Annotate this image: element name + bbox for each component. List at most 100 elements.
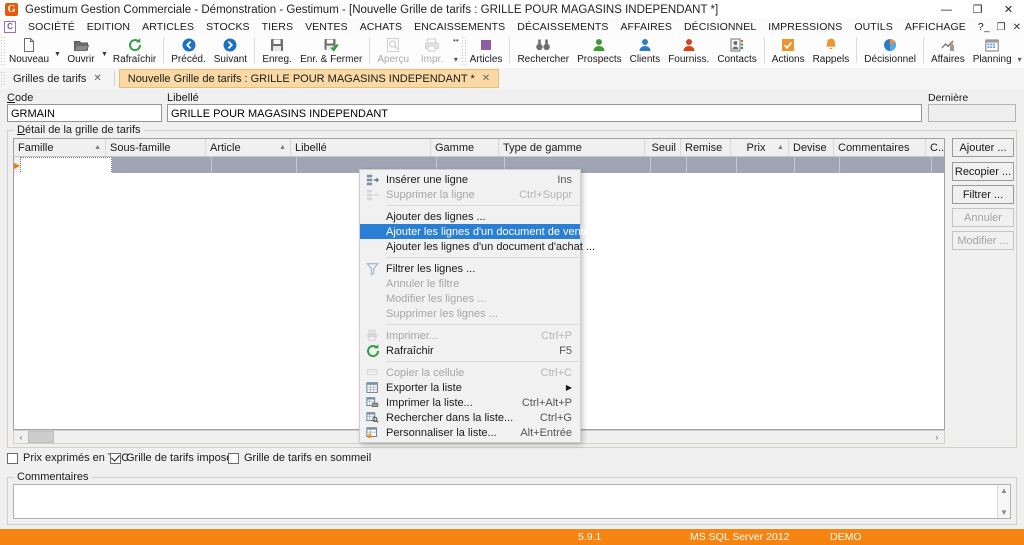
column-header-devise[interactable]: Devise bbox=[789, 139, 834, 156]
chevron-down-icon[interactable]: ▼ bbox=[101, 43, 108, 58]
toolbar-button-prospects[interactable]: Prospects bbox=[573, 35, 625, 66]
column-header-type-de-gamme[interactable]: Type de gamme bbox=[499, 139, 645, 156]
column-header-sous-famille[interactable]: Sous-famille bbox=[106, 139, 206, 156]
minimize-icon[interactable]: — bbox=[931, 0, 962, 19]
grid-cell-prix[interactable] bbox=[737, 157, 796, 174]
grid-cell-c[interactable] bbox=[932, 157, 944, 174]
toolbar-button-nouveau[interactable]: Nouveau bbox=[5, 35, 53, 66]
document-tab-1[interactable]: Nouvelle Grille de tarifs : GRILLE POUR … bbox=[118, 69, 500, 88]
column-header-remise[interactable]: Remise bbox=[681, 139, 731, 156]
grid-cell-seuil[interactable] bbox=[651, 157, 688, 174]
toolbar-button-ouvrir[interactable]: Ouvrir bbox=[62, 35, 100, 66]
context-menu-item-filtrer-les-lignes[interactable]: Filtrer les lignes ... bbox=[360, 261, 580, 276]
grid-cell-article[interactable] bbox=[212, 157, 298, 174]
grid-cell-remise[interactable] bbox=[687, 157, 738, 174]
code-input[interactable]: GRMAIN bbox=[7, 104, 162, 122]
comments-textarea[interactable]: ▲ ▼ bbox=[13, 484, 1011, 519]
menu-item-tiers[interactable]: TIERS bbox=[256, 21, 299, 33]
toolbar-button-d-cisionnel[interactable]: Décisionnel bbox=[860, 35, 920, 66]
toolbar-button-clients[interactable]: Clients bbox=[626, 35, 665, 66]
mdi-app-icon[interactable]: C bbox=[4, 21, 16, 33]
grid-cell-commentaires[interactable] bbox=[840, 157, 933, 174]
grid-cell-devise[interactable] bbox=[795, 157, 841, 174]
context-menu-item-personnaliser-la-liste[interactable]: Personnaliser la liste... Alt+Entrée bbox=[360, 425, 580, 440]
menu-item-edition[interactable]: EDITION bbox=[81, 21, 136, 33]
toolbar-button-rechercher[interactable]: Rechercher bbox=[513, 35, 573, 66]
context-menu-item-rechercher-dans-la-liste[interactable]: Rechercher dans la liste... Ctrl+G bbox=[360, 410, 580, 425]
context-menu-item-ins-rer-une-ligne[interactable]: Insérer une ligne Ins bbox=[360, 172, 580, 187]
checkbox-box[interactable] bbox=[228, 452, 239, 464]
menu-item-affaires[interactable]: AFFAIRES bbox=[614, 21, 678, 33]
context-menu-item-ajouter-les-lignes-d-un-document-d-achat[interactable]: Ajouter les lignes d'un document d'achat… bbox=[360, 239, 595, 254]
menu-item-stocks[interactable]: STOCKS bbox=[200, 21, 256, 33]
chevron-down-icon[interactable]: ▼ bbox=[54, 43, 61, 58]
context-menu-item-ajouter-les-lignes-d-un-document-de-vente[interactable]: Ajouter les lignes d'un document de vent… bbox=[360, 224, 602, 239]
column-header-gamme[interactable]: Gamme bbox=[431, 139, 499, 156]
scrollbar-thumb[interactable] bbox=[28, 431, 54, 443]
toolbar-button-suivant[interactable]: Suivant bbox=[210, 35, 251, 66]
toolbar-button-fourniss[interactable]: Fourniss. bbox=[664, 35, 713, 66]
menu-item-d-cisionnel[interactable]: DÉCISIONNEL bbox=[678, 21, 762, 33]
context-menu-item-exporter-la-liste[interactable]: Exporter la liste ▶ bbox=[360, 380, 580, 395]
copy-button[interactable]: Recopier ... bbox=[952, 162, 1014, 181]
maximize-icon[interactable]: ❐ bbox=[962, 0, 993, 19]
context-menu-item-ajouter-des-lignes[interactable]: Ajouter des lignes ... bbox=[360, 209, 580, 224]
column-header-commentaires[interactable]: Commentaires bbox=[834, 139, 926, 156]
close-icon[interactable]: ✕ bbox=[993, 0, 1024, 19]
toolbar-button-pr-c-d[interactable]: Précéd. bbox=[167, 35, 209, 66]
filter-button[interactable]: Filtrer ... bbox=[952, 185, 1014, 204]
grille-imposee-checkbox[interactable]: Grille de tarifs imposée bbox=[110, 452, 239, 464]
toolbar-button-planning[interactable]: Planning bbox=[969, 35, 1016, 66]
add-button[interactable]: Ajouter ... bbox=[952, 138, 1014, 157]
libelle-input[interactable]: GRILLE POUR MAGASINS INDEPENDANT bbox=[167, 104, 922, 122]
grid-cell-famille[interactable] bbox=[20, 157, 113, 174]
mdi-restore-icon[interactable]: ❐ bbox=[997, 22, 1006, 33]
menu-item-achats[interactable]: ACHATS bbox=[354, 21, 408, 33]
grid-context-menu[interactable]: Insérer une ligne Ins Supprimer la ligne Ct… bbox=[359, 169, 602, 443]
toolbar-button-enreg[interactable]: Enreg. bbox=[258, 35, 296, 66]
column-header-libell[interactable]: Libellé bbox=[291, 139, 431, 156]
tab-close-icon[interactable]: ✕ bbox=[482, 73, 490, 84]
checkbox-box[interactable] bbox=[110, 452, 121, 464]
bell-icon bbox=[823, 36, 839, 53]
comments-scroll-up-icon[interactable]: ▲ bbox=[1000, 486, 1008, 495]
column-header-article[interactable]: Article ▲ bbox=[206, 139, 291, 156]
menu-item-d-caissements[interactable]: DÉCAISSEMENTS bbox=[511, 21, 614, 33]
column-header-prix[interactable]: Prix ▲ bbox=[731, 139, 789, 156]
toolbar-button-contacts[interactable]: Contacts bbox=[713, 35, 760, 66]
grid-cell-sous-famille[interactable] bbox=[112, 157, 213, 174]
sort-ascending-icon[interactable]: ▲ bbox=[777, 144, 784, 151]
menu-item-ventes[interactable]: VENTES bbox=[299, 21, 354, 33]
column-header-seuil[interactable]: Seuil bbox=[645, 139, 681, 156]
sort-ascending-icon[interactable]: ▲ bbox=[279, 144, 286, 151]
toolbar-button-affaires[interactable]: Affaires bbox=[927, 35, 969, 66]
menu-item-articles[interactable]: ARTICLES bbox=[136, 21, 200, 33]
toolbar-button-rappels[interactable]: Rappels bbox=[809, 35, 854, 66]
toolbar-button-enr-fermer[interactable]: Enr. & Fermer bbox=[296, 35, 366, 66]
toolbar-overflow-button-2[interactable]: ▾ bbox=[1018, 36, 1022, 64]
checkbox-box[interactable] bbox=[7, 452, 18, 464]
mdi-close-icon[interactable]: ✕ bbox=[1013, 22, 1021, 33]
context-menu-item-rafra-chir[interactable]: Rafraîchir F5 bbox=[360, 343, 580, 358]
tab-close-icon[interactable]: ✕ bbox=[93, 73, 101, 84]
menu-item-affichage[interactable]: AFFICHAGE bbox=[899, 21, 972, 33]
toolbar-button-rafra-chir[interactable]: Rafraîchir bbox=[109, 35, 160, 66]
column-header-famille[interactable]: Famille ▲ bbox=[14, 139, 106, 156]
mdi-minimize-icon[interactable]: _ bbox=[984, 22, 990, 33]
sort-ascending-icon[interactable]: ▲ bbox=[94, 144, 101, 151]
toolbar-overflow-button[interactable]: •• ▾ bbox=[453, 36, 459, 64]
menu-item-soci-t[interactable]: SOCIÉTÉ bbox=[22, 21, 81, 33]
document-tab-0[interactable]: Grilles de tarifs ✕ bbox=[5, 69, 110, 88]
column-header-c[interactable]: C... bbox=[926, 139, 944, 156]
grille-sommeil-checkbox[interactable]: Grille de tarifs en sommeil bbox=[228, 452, 371, 464]
scroll-right-icon[interactable]: › bbox=[930, 433, 944, 442]
menu-item-impressions[interactable]: IMPRESSIONS bbox=[762, 21, 848, 33]
context-menu-item-imprimer-la-liste[interactable]: Imprimer la liste... Ctrl+Alt+P bbox=[360, 395, 580, 410]
toolbar-button-articles[interactable]: Articles bbox=[466, 35, 507, 66]
menu-item-outils[interactable]: OUTILS bbox=[848, 21, 899, 33]
toolbar-button-actions[interactable]: Actions bbox=[768, 35, 809, 66]
menu-item-encaissements[interactable]: ENCAISSEMENTS bbox=[408, 21, 511, 33]
comments-scroll-down-icon[interactable]: ▼ bbox=[1000, 508, 1008, 517]
scroll-left-icon[interactable]: ‹ bbox=[14, 433, 28, 442]
comments-scrollbar[interactable]: ▲ ▼ bbox=[997, 485, 1010, 518]
